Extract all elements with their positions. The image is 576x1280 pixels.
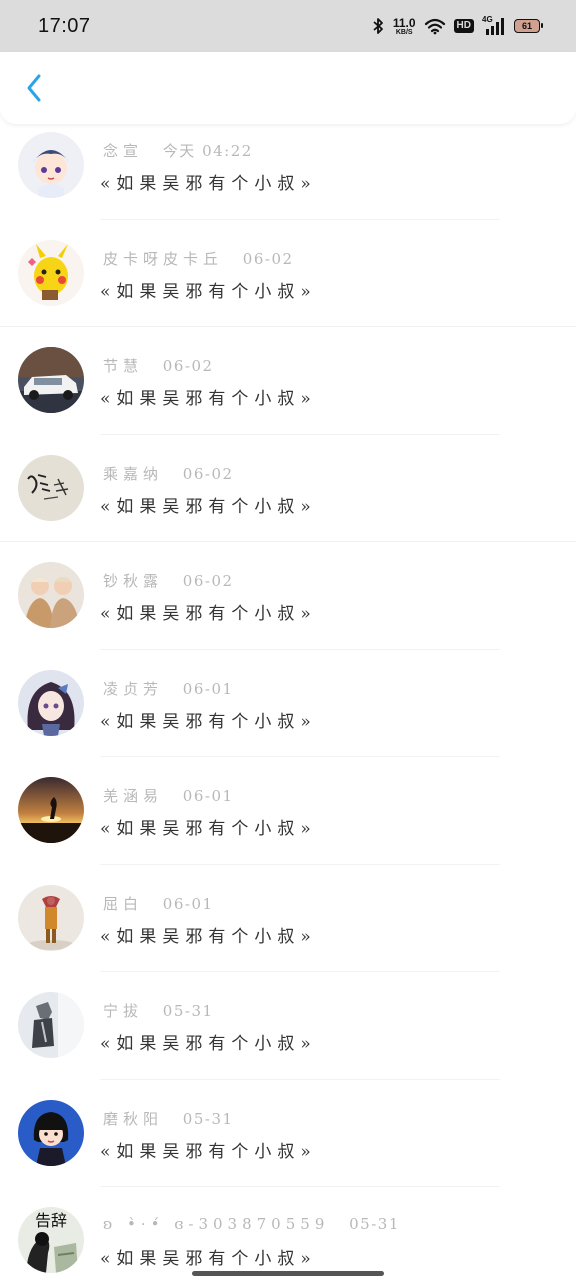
avatar[interactable]	[18, 777, 84, 843]
comment-item[interactable]: 皮卡呀皮卡丘 06-02 «如果吴邪有个小叔»	[0, 220, 576, 327]
chevron-left-icon	[27, 74, 41, 102]
nav-bar	[0, 52, 576, 124]
comment-meta: 羌涵易 06-01	[103, 785, 234, 806]
comment-item[interactable]: 念宣 今天 04:22 «如果吴邪有个小叔»	[0, 112, 576, 220]
avatar[interactable]	[18, 239, 84, 306]
comment-item[interactable]: 屈白 06-01 «如果吴邪有个小叔»	[0, 865, 576, 972]
comment-date: 06-02	[242, 249, 294, 268]
comment-text[interactable]: «如果吴邪有个小叔»	[100, 492, 317, 517]
comment-item[interactable]: 钞秋露 06-02 «如果吴邪有个小叔»	[0, 542, 576, 650]
network-speed-unit: KB/S	[395, 28, 413, 36]
avatar[interactable]	[18, 884, 84, 951]
cell-signal-icon: 4G	[482, 15, 506, 35]
comment-text[interactable]: «如果吴邪有个小叔»	[100, 1029, 317, 1054]
avatar[interactable]: 告辞	[18, 1207, 84, 1273]
comment-meta: 宁拔 05-31	[103, 1000, 214, 1021]
status-icons: 11.0 KB/S HD 4G 61	[371, 15, 543, 36]
comment-item[interactable]: 乘嘉纳 06-02 «如果吴邪有个小叔»	[0, 435, 576, 542]
comment-item[interactable]: 磨秋阳 05-31 «如果吴邪有个小叔»	[0, 1080, 576, 1187]
comment-meta: 屈白 06-01	[103, 893, 214, 914]
comment-date: 06-02	[182, 464, 234, 483]
comment-meta: 钞秋露 06-02	[103, 570, 234, 591]
comment-text[interactable]: «如果吴邪有个小叔»	[100, 707, 317, 732]
comment-list[interactable]: 念宣 今天 04:22 «如果吴邪有个小叔» 皮卡呀皮卡丘 06-02 «如果吴…	[0, 112, 576, 1280]
comment-date: 05-31	[182, 1109, 234, 1128]
comment-meta: ʚ •̀·•́ ɞ-303870559 05-31	[103, 1215, 400, 1233]
network-speed-value: 11.0	[392, 15, 416, 30]
hd-badge: HD	[453, 19, 474, 33]
comment-author[interactable]: 屈白	[103, 895, 143, 913]
comment-meta: 凌贞芳 06-01	[103, 678, 234, 699]
home-indicator[interactable]	[192, 1271, 384, 1276]
comment-author[interactable]: 羌涵易	[103, 787, 163, 805]
status-time: 17:07	[38, 14, 91, 37]
comment-meta: 磨秋阳 05-31	[103, 1108, 234, 1129]
avatar[interactable]	[18, 669, 84, 736]
comment-item[interactable]: 宁拔 05-31 «如果吴邪有个小叔»	[0, 972, 576, 1080]
comment-date: 06-02	[182, 572, 234, 590]
avatar[interactable]	[18, 454, 84, 521]
comment-text[interactable]: «如果吴邪有个小叔»	[100, 1137, 317, 1162]
comment-meta: 皮卡呀皮卡丘 06-02	[103, 248, 294, 269]
comment-date: 06-01	[182, 787, 234, 805]
avatar-caption: 告辞	[35, 1211, 67, 1230]
comment-text[interactable]: «如果吴邪有个小叔»	[100, 277, 317, 302]
network-speed: 11.0 KB/S	[393, 17, 416, 36]
comment-author[interactable]: 念宣	[103, 142, 143, 160]
comment-text[interactable]: «如果吴邪有个小叔»	[100, 814, 317, 839]
status-bar: 17:07 11.0 KB/S HD 4G 61	[0, 0, 576, 52]
comment-date: 05-31	[349, 1215, 400, 1233]
battery-icon: 61	[514, 19, 543, 33]
comment-item[interactable]: 羌涵易 06-01 «如果吴邪有个小叔»	[0, 757, 576, 865]
comment-author[interactable]: 节慧	[103, 357, 143, 375]
comment-meta: 乘嘉纳 06-02	[103, 463, 234, 484]
wifi-icon	[424, 17, 446, 35]
comment-text[interactable]: «如果吴邪有个小叔»	[100, 1244, 317, 1269]
comment-date: 06-01	[162, 894, 214, 913]
comment-author[interactable]: ʚ •̀·•́ ɞ-303870559	[103, 1215, 329, 1233]
comment-text[interactable]: «如果吴邪有个小叔»	[100, 384, 317, 409]
bluetooth-icon	[371, 17, 385, 35]
back-button[interactable]	[16, 70, 52, 106]
comment-item[interactable]: 告辞 ʚ •̀·•́ ɞ-303870559 05-31 «如果吴邪有个小叔»	[0, 1187, 576, 1280]
comment-text[interactable]: «如果吴邪有个小叔»	[100, 169, 317, 194]
avatar[interactable]	[18, 992, 84, 1058]
avatar[interactable]	[18, 132, 84, 198]
comment-author[interactable]: 磨秋阳	[103, 1110, 163, 1128]
comment-item[interactable]: 节慧 06-02 «如果吴邪有个小叔»	[0, 327, 576, 435]
comment-meta: 节慧 06-02	[103, 355, 214, 376]
comment-author[interactable]: 皮卡呀皮卡丘	[103, 250, 223, 268]
comment-author[interactable]: 宁拔	[103, 1002, 143, 1020]
comment-meta: 念宣 今天 04:22	[103, 140, 253, 161]
avatar[interactable]	[18, 1099, 84, 1166]
avatar[interactable]	[18, 347, 84, 413]
comment-author[interactable]: 凌贞芳	[103, 680, 163, 698]
comment-date: 05-31	[162, 1002, 214, 1020]
comment-author[interactable]: 乘嘉纳	[103, 465, 163, 483]
comment-author[interactable]: 钞秋露	[103, 572, 163, 590]
comment-date: 06-01	[182, 679, 234, 698]
comment-date: 06-02	[162, 357, 214, 375]
comment-text[interactable]: «如果吴邪有个小叔»	[100, 922, 317, 947]
comment-date: 今天 04:22	[162, 142, 253, 160]
avatar[interactable]	[18, 562, 84, 628]
comment-item[interactable]: 凌贞芳 06-01 «如果吴邪有个小叔»	[0, 650, 576, 757]
comment-text[interactable]: «如果吴邪有个小叔»	[100, 599, 317, 624]
